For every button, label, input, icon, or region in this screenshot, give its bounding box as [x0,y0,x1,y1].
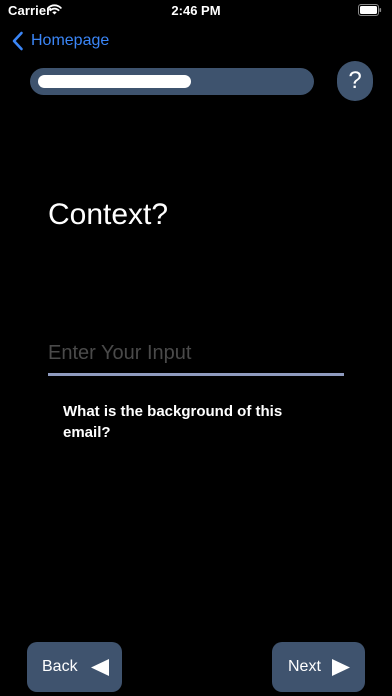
chevron-left-icon [12,31,23,51]
status-time: 2:46 PM [171,3,221,18]
next-button[interactable]: Next [272,642,365,692]
back-nav-label: Homepage [31,32,110,49]
progress-bar [30,68,314,95]
triangle-left-icon [90,658,109,676]
next-button-label: Next [288,658,321,675]
back-button-label: Back [42,658,78,675]
status-bar: Carrier 2:46 PM [0,0,392,22]
answer-input[interactable] [48,336,344,370]
progress-bar-fill [38,75,191,88]
input-underline [48,373,344,376]
help-button[interactable]: ? [337,61,373,101]
question-hint: What is the background of this email? [63,403,283,441]
question-title: Context? [48,198,169,231]
back-to-homepage-link[interactable]: Homepage [11,29,109,53]
triangle-right-icon [331,658,350,676]
battery-icon [358,4,382,16]
back-button[interactable]: Back [27,642,122,692]
